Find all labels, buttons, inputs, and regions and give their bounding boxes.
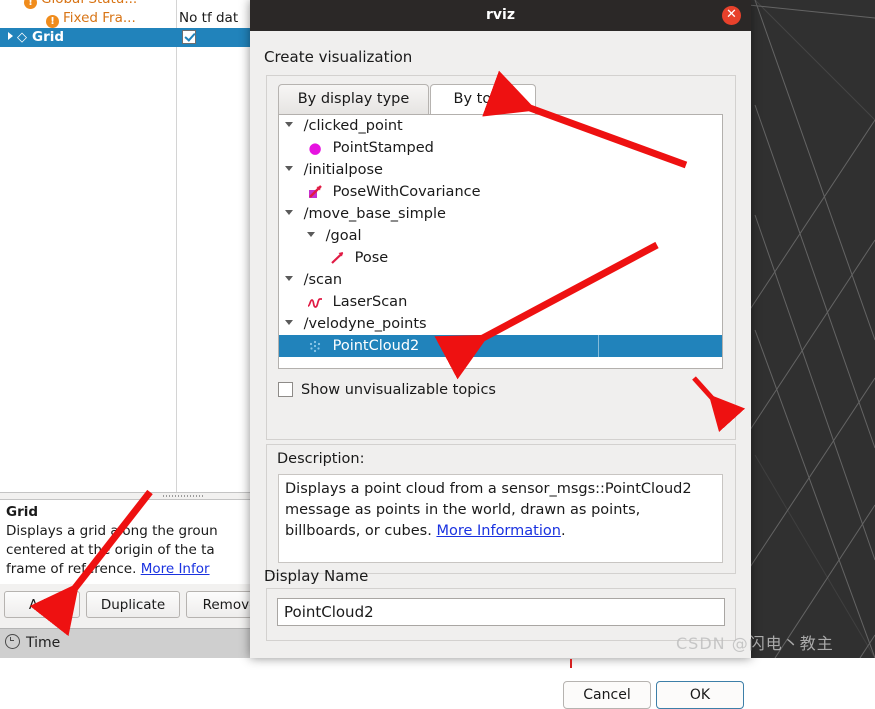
warning-icon: ! — [46, 15, 59, 28]
laserscan-icon — [307, 292, 323, 314]
chevron-down-icon[interactable] — [285, 122, 293, 127]
topic-label: /scan — [303, 272, 343, 288]
topic-label: PoseWithCovariance — [332, 184, 481, 200]
displays-button-bar: Add Duplicate Remove — [0, 588, 274, 623]
pointcloud2-icon — [307, 336, 323, 358]
description-label: Description: — [277, 451, 365, 467]
topic-tree-item-laserscan[interactable]: LaserScan — [279, 291, 722, 313]
topic-label: /move_base_simple — [303, 206, 446, 222]
display-help-box: Grid Displays a grid along the groun cen… — [0, 500, 251, 584]
topic-label: /goal — [325, 228, 362, 244]
time-panel-header[interactable]: Time — [0, 628, 251, 658]
grid-enabled-checkbox[interactable] — [182, 30, 196, 44]
topic-tree-item-velodyne-points[interactable]: /velodyne_points — [279, 313, 722, 335]
tree-row-value — [177, 28, 251, 47]
chevron-right-icon[interactable] — [8, 32, 13, 40]
text-cursor-marker — [570, 659, 572, 668]
topic-tree-item-scan[interactable]: /scan — [279, 269, 722, 291]
topic-label: /initialpose — [303, 162, 383, 178]
chevron-down-icon[interactable] — [285, 210, 293, 215]
display-name-group — [266, 588, 736, 641]
warning-icon: ! — [24, 0, 37, 9]
pose-icon — [329, 248, 345, 270]
description-period: . — [560, 523, 566, 539]
tab-by-display-type[interactable]: By display type — [278, 84, 429, 114]
topic-tree-item-move-base-simple[interactable]: /move_base_simple — [279, 203, 722, 225]
topic-label: Pose — [354, 250, 389, 266]
topic-tree-item-clicked-point[interactable]: /clicked_point — [279, 115, 722, 137]
tree-row-fixed-frame[interactable]: ! Fixed Fra... No tf dat — [0, 9, 251, 28]
ok-button[interactable]: OK — [656, 681, 744, 709]
more-information-link[interactable]: More Information — [436, 523, 561, 539]
tree-row-value — [177, 0, 251, 9]
dialog-footer: Cancel OK — [250, 679, 751, 709]
description-group: Description: Displays a point cloud from… — [266, 444, 736, 574]
topic-label: PointStamped — [332, 140, 434, 156]
displays-tree[interactable]: !Global Statu... !Fixed Fra... No tf dat… — [0, 0, 251, 492]
tree-row-label: !Global Statu... — [0, 0, 200, 9]
topic-label: /velodyne_points — [303, 316, 427, 332]
tree-row-grid[interactable]: ◇ Grid — [0, 28, 251, 47]
close-icon[interactable]: ✕ — [722, 6, 741, 25]
chevron-down-icon[interactable] — [285, 276, 293, 281]
dialog-body: Create visualization By display type By … — [250, 31, 751, 709]
clock-icon — [5, 634, 20, 649]
chevron-down-icon[interactable] — [285, 166, 293, 171]
help-line-1: Displays a grid along the groun — [6, 523, 218, 539]
panel-splitter[interactable] — [0, 492, 251, 500]
topic-label: LaserScan — [332, 294, 408, 310]
help-line-2: centered at the origin of the ta — [6, 542, 215, 558]
show-unvisualizable-checkbox[interactable] — [278, 382, 293, 397]
duplicate-button[interactable]: Duplicate — [86, 591, 180, 618]
tree-row-value: No tf dat — [179, 10, 239, 26]
time-label: Time — [26, 635, 61, 651]
tab-by-topic[interactable]: By topic — [430, 84, 536, 115]
grid-icon: ◇ — [17, 30, 27, 45]
add-button[interactable]: Add — [4, 591, 80, 618]
displays-panel: !Global Statu... !Fixed Fra... No tf dat… — [0, 0, 274, 658]
pointstamped-icon: ● — [308, 139, 322, 157]
topic-tree-item-pointcloud2[interactable]: PointCloud2 — [279, 335, 722, 357]
chevron-down-icon[interactable] — [307, 232, 315, 237]
topic-tree-item-initialpose[interactable]: /initialpose — [279, 159, 722, 181]
topic-tree-list[interactable]: /clicked_point ● PointStamped /initialpo… — [278, 114, 723, 369]
tree-column-divider — [176, 0, 177, 492]
help-title: Grid — [6, 504, 39, 520]
topic-label: PointCloud2 — [332, 338, 420, 354]
tree-row-global-status[interactable]: !Global Statu... — [0, 0, 251, 9]
cancel-button[interactable]: Cancel — [563, 681, 651, 709]
show-unvisualizable-row[interactable]: Show unvisualizable topics — [278, 376, 723, 404]
chevron-down-icon[interactable] — [285, 320, 293, 325]
display-name-label: Display Name — [264, 567, 369, 585]
topic-tree-item-posewithcovariance[interactable]: PoseWithCovariance — [279, 181, 722, 203]
create-visualization-heading: Create visualization — [264, 48, 413, 66]
dialog-titlebar[interactable]: rviz ✕ — [250, 0, 751, 31]
show-unvisualizable-label: Show unvisualizable topics — [301, 382, 496, 398]
topic-column-divider — [598, 335, 599, 357]
create-visualization-dialog: rviz ✕ Create visualization By display t… — [250, 0, 751, 709]
topic-label: /clicked_point — [303, 118, 403, 134]
posewithcovariance-icon — [307, 182, 323, 204]
topic-tree-item-pose[interactable]: Pose — [279, 247, 722, 269]
csdn-watermark: CSDN @闪电丶教主 — [676, 634, 834, 653]
topic-tab-group: By display type By topic /clicked_point … — [266, 75, 736, 440]
dialog-title: rviz — [486, 7, 515, 23]
splitter-grip — [163, 495, 203, 497]
help-line-3: frame of reference. More Infor — [6, 561, 210, 577]
tree-row-label: ◇ Grid — [0, 28, 184, 47]
description-text: Displays a point cloud from a sensor_msg… — [278, 474, 723, 563]
topic-tree-item-pointstamped[interactable]: ● PointStamped — [279, 137, 722, 159]
help-more-info-link[interactable]: More Infor — [141, 561, 210, 577]
topic-tree-item-goal[interactable]: /goal — [279, 225, 722, 247]
display-name-input[interactable] — [277, 598, 725, 626]
